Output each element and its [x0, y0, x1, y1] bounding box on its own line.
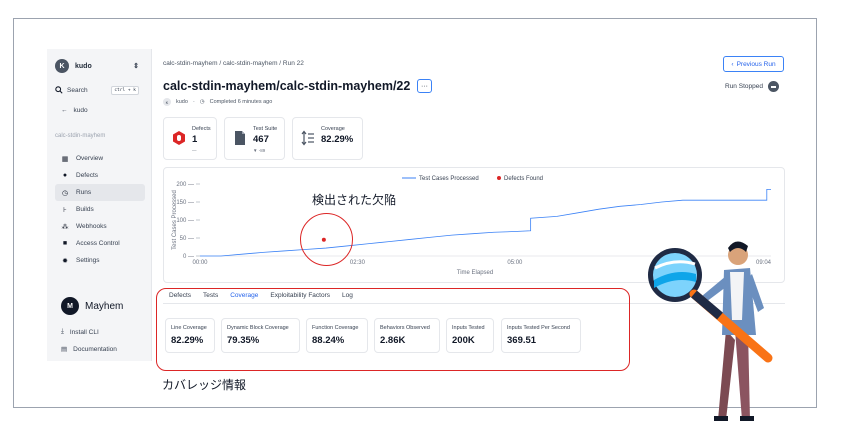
previous-run-button[interactable]: ‹ Previous Run: [723, 56, 784, 72]
sidebar-item-label: Builds: [76, 206, 94, 213]
completed-time: Completed 6 minutes ago: [209, 99, 273, 105]
user-avatar: K: [163, 98, 171, 106]
book-icon: ▤: [61, 346, 68, 353]
test-suite-label: Test Suite: [253, 126, 278, 132]
meta-separator: ·: [192, 99, 195, 105]
legend-item: Defects Found: [504, 176, 543, 182]
run-user: kudo: [176, 99, 188, 105]
file-icon: [235, 131, 245, 145]
page-title: calc-stdin-mayhem/calc-stdin-mayhem/22: [163, 79, 411, 93]
sidebar-item-settings[interactable]: ✹ Settings: [55, 252, 145, 269]
y-tick-label: 50 —: [180, 236, 194, 242]
y-tick-label: 200 —: [176, 182, 194, 188]
sidebar-item-access-control[interactable]: ■ Access Control: [55, 235, 145, 252]
run-status: Run Stopped: [725, 81, 779, 92]
lock-icon: ■: [62, 240, 68, 247]
sidebar-item-webhooks[interactable]: ⁂ Webhooks: [55, 218, 145, 235]
back-link[interactable]: ← kudo: [61, 107, 88, 114]
sidebar-item-label: Defects: [76, 172, 99, 179]
brand-logo: M Mayhem: [61, 297, 123, 315]
gear-icon: ✹: [62, 257, 68, 265]
project-name: calc-stdin-mayhem: [55, 133, 106, 139]
coverage-icon: [301, 130, 314, 146]
test-suite-card[interactable]: Test Suite 467 ▼ -89: [224, 117, 285, 160]
search-icon: [55, 86, 63, 94]
account-switcher[interactable]: K kudo ⇕: [55, 55, 139, 77]
documentation-link[interactable]: ▤ Documentation: [61, 345, 117, 354]
search-shortcut: ctrl + k: [111, 85, 139, 95]
sidebar-item-label: Overview: [76, 155, 104, 162]
run-status-label: Run Stopped: [725, 83, 763, 90]
avatar: K: [55, 59, 69, 73]
breadcrumb[interactable]: calc-stdin-mayhem / calc-stdin-mayhem / …: [163, 60, 304, 67]
defects-value: 1: [192, 134, 198, 145]
legend-dot-marker: [497, 176, 501, 180]
y-axis-label: Test Cases Processed: [172, 190, 178, 250]
run-meta: K kudo · ◷ Completed 6 minutes ago: [163, 98, 272, 106]
sidebar-item-label: Settings: [76, 257, 100, 264]
sidebar-item-label: Webhooks: [76, 223, 107, 230]
person-magnifier-illustration: [648, 241, 773, 421]
search-button[interactable]: Search ctrl + k: [55, 83, 139, 97]
stopped-icon: [767, 81, 779, 92]
install-cli-label: Install CLI: [69, 328, 99, 336]
defect-highlight-ring: [300, 213, 353, 266]
documentation-label: Documentation: [73, 345, 117, 353]
sidebar-item-label: Access Control: [76, 240, 120, 247]
coverage-card[interactable]: Coverage 82.29%: [292, 117, 363, 160]
back-label: kudo: [73, 107, 88, 114]
sidebar: K kudo ⇕ Search ctrl + k ← kudo calc-std…: [47, 49, 145, 361]
coverage-annotation: カバレッジ情報: [162, 378, 247, 392]
legend-item: Test Cases Processed: [419, 176, 479, 182]
defects-sub: —: [192, 148, 197, 153]
sidebar-item-builds[interactable]: ⊦ Builds: [55, 201, 145, 218]
sidebar-item-runs[interactable]: ◷ Runs: [55, 184, 145, 201]
more-options-button[interactable]: ···: [417, 79, 432, 93]
bug-icon: [173, 131, 185, 145]
sidebar-item-defects[interactable]: ● Defects: [55, 167, 145, 184]
x-tick-label: 05:00: [507, 260, 523, 266]
y-tick-label: 150 —: [176, 200, 194, 206]
defects-label: Defects: [192, 126, 211, 132]
clock-icon: ◷: [61, 189, 69, 197]
chevron-up-down-icon: ⇕: [133, 63, 139, 70]
test-suite-delta: ▼ -89: [253, 148, 266, 153]
x-axis-label: Time Elapsed: [457, 270, 493, 276]
search-label: Search: [67, 86, 88, 94]
sidebar-nav: ▦ Overview ● Defects ◷ Runs ⊦ Builds ⁂ W…: [55, 150, 145, 269]
sidebar-item-overview[interactable]: ▦ Overview: [55, 150, 145, 167]
download-icon: ⤓: [61, 328, 64, 335]
webhook-icon: ⁂: [61, 223, 69, 231]
bug-icon: ●: [62, 172, 68, 179]
brand-name: Mayhem: [85, 300, 124, 312]
build-icon: ⊦: [63, 206, 67, 214]
account-name: kudo: [75, 62, 92, 70]
previous-run-label: Previous Run: [736, 60, 776, 68]
arrow-left-icon: ←: [61, 107, 68, 114]
defects-card[interactable]: Defects 1 —: [163, 117, 217, 160]
chevron-left-icon: ‹: [731, 60, 734, 68]
mayhem-logo-icon: M: [61, 297, 79, 315]
test-suite-value: 467: [253, 134, 269, 145]
sidebar-item-label: Runs: [76, 189, 92, 196]
clock-icon: ◷: [199, 99, 205, 105]
coverage-label: Coverage: [321, 126, 345, 132]
grid-icon: ▦: [61, 155, 69, 163]
defect-annotation: 検出された欠陥: [312, 193, 397, 207]
coverage-highlight-box: [156, 288, 630, 371]
x-tick-label: 00:00: [192, 260, 208, 266]
coverage-value: 82.29%: [321, 134, 354, 145]
x-tick-label: 02:30: [350, 260, 366, 266]
install-cli-link[interactable]: ⤓ Install CLI: [61, 328, 99, 336]
y-tick-label: 100 —: [176, 218, 194, 224]
